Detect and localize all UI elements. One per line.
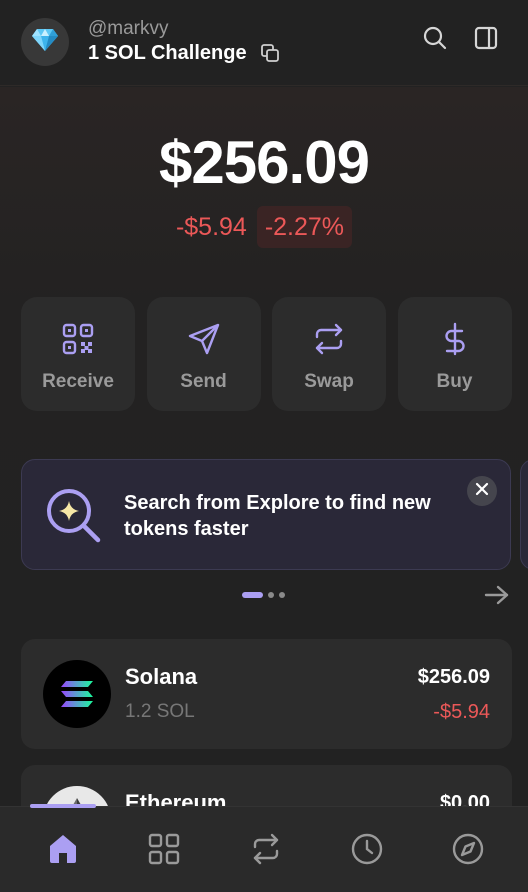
close-icon (475, 482, 489, 501)
search-icon (422, 25, 448, 56)
receive-label: Receive (42, 371, 114, 392)
close-banner-button[interactable] (467, 476, 497, 506)
tab-swap[interactable] (248, 833, 284, 869)
tab-explore[interactable] (450, 833, 486, 869)
banner-text: Search from Explore to find new tokens f… (124, 492, 431, 540)
history-clock-icon (350, 832, 384, 871)
token-value: $256.09 (417, 666, 490, 688)
swap-arrows-icon (312, 322, 346, 356)
change-amount: -$5.94 (175, 213, 247, 241)
sidebar-panel-icon (473, 25, 499, 56)
swap-label: Swap (304, 371, 354, 392)
action-buttons: Receive Send Swap Buy (21, 297, 512, 411)
token-change: -$5.94 (433, 701, 490, 723)
buy-button[interactable]: Buy (397, 297, 512, 411)
page-dot-active[interactable] (242, 592, 263, 598)
tab-activity[interactable] (349, 833, 385, 869)
tab-home[interactable] (45, 833, 81, 869)
search-button[interactable] (421, 26, 449, 54)
qr-code-icon (61, 322, 95, 356)
page-dot[interactable] (279, 592, 285, 598)
send-label: Send (180, 371, 227, 392)
header: @markvy 1 SOL Challenge (0, 0, 528, 86)
dollar-icon (438, 322, 472, 356)
gem-icon (31, 28, 59, 57)
paper-plane-icon (187, 322, 221, 356)
page-dot[interactable] (268, 592, 274, 598)
explore-banner[interactable]: Search from Explore to find new tokens f… (21, 459, 511, 570)
swap-button[interactable]: Swap (272, 297, 386, 411)
side-panel-button[interactable] (472, 26, 500, 54)
grid-icon (147, 832, 181, 871)
next-banner-peek[interactable] (520, 459, 528, 570)
token-row-solana[interactable]: Solana 1.2 SOL $256.09 -$5.94 (21, 639, 512, 749)
account-name: 1 SOL Challenge (88, 42, 247, 64)
sparkle-search-icon (44, 486, 102, 546)
buy-label: Buy (436, 371, 473, 392)
bottom-tab-bar (0, 806, 528, 892)
active-tab-indicator (30, 804, 96, 808)
username: @markvy (88, 18, 169, 39)
home-icon (46, 832, 80, 871)
token-name: Solana (125, 664, 198, 689)
copy-icon[interactable] (259, 42, 281, 64)
receive-button[interactable]: Receive (21, 297, 135, 411)
carousel-pagination (242, 592, 290, 598)
account-selector[interactable]: 1 SOL Challenge (88, 41, 281, 65)
total-balance: $256.09 (159, 129, 370, 196)
change-percent-badge: -2.27% (256, 206, 353, 248)
account-avatar[interactable] (21, 18, 69, 66)
tab-collectibles[interactable] (146, 833, 182, 869)
send-button[interactable]: Send (146, 297, 261, 411)
explore-compass-icon (451, 832, 485, 871)
arrow-right-icon[interactable] (484, 584, 510, 606)
token-amount: 1.2 SOL (125, 701, 195, 722)
balance-change: -$5.94 -2.27% (0, 206, 528, 248)
swap-icon (249, 832, 283, 871)
solana-logo-icon (43, 660, 111, 728)
